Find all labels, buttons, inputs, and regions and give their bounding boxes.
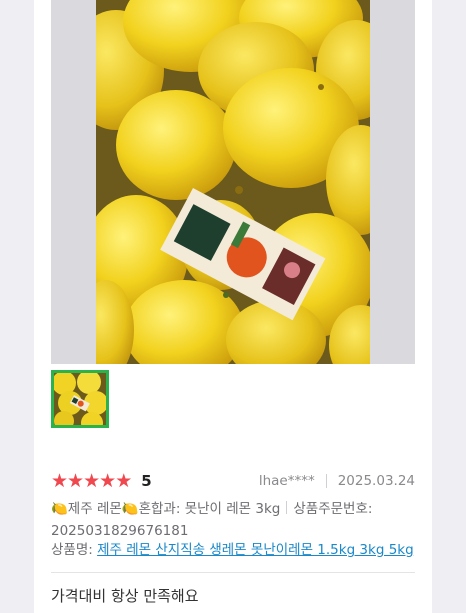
lemons-photo (96, 0, 370, 364)
thumbnail-image (54, 373, 106, 425)
review-body: 가격대비 항상 만족해요 (51, 587, 199, 605)
review-date: 2025.03.24 (337, 473, 415, 489)
star-rating: ★ ★ ★ ★ ★ (51, 470, 132, 492)
review-author: lhae**** (258, 473, 315, 489)
star-icon: ★ (115, 470, 132, 492)
star-icon: ★ (99, 470, 116, 492)
review-meta: lhae**** 2025.03.24 (259, 473, 415, 489)
meta-divider (325, 474, 327, 488)
star-icon: ★ (83, 470, 100, 492)
content-divider (51, 572, 415, 573)
star-icon: ★ (51, 470, 68, 492)
order-number: 2025031829676181 (51, 523, 189, 539)
product-label: 상품명: (51, 542, 93, 558)
product-info: 상품명: 제주 레몬 산지직송 생레몬 못난이레몬 1.5kg 3kg 5kg (51, 539, 415, 561)
rating-row: ★ ★ ★ ★ ★ 5 lhae**** 2025.03.24 (51, 470, 415, 492)
purchase-option: 🍋제주 레몬🍋혼합과: 못난이 레몬 3kg 상품주문번호: 20250318296… (51, 498, 415, 542)
review-card: ★ ★ ★ ★ ★ 5 lhae**** 2025.03.24 🍋제주 레몬🍋혼… (34, 0, 432, 613)
lemons-thumbnail[interactable] (51, 370, 109, 428)
star-icon: ★ (67, 470, 84, 492)
option-text: 🍋제주 레몬🍋혼합과: 못난이 레몬 3kg (51, 501, 281, 517)
review-photo[interactable] (51, 0, 415, 364)
order-number-label: 상품주문번호: (293, 501, 373, 517)
product-name-link[interactable]: 제주 레몬 산지직송 생레몬 못난이레몬 1.5kg 3kg 5kg (97, 542, 414, 558)
rating-score: 5 (141, 472, 152, 490)
option-divider (286, 501, 288, 514)
